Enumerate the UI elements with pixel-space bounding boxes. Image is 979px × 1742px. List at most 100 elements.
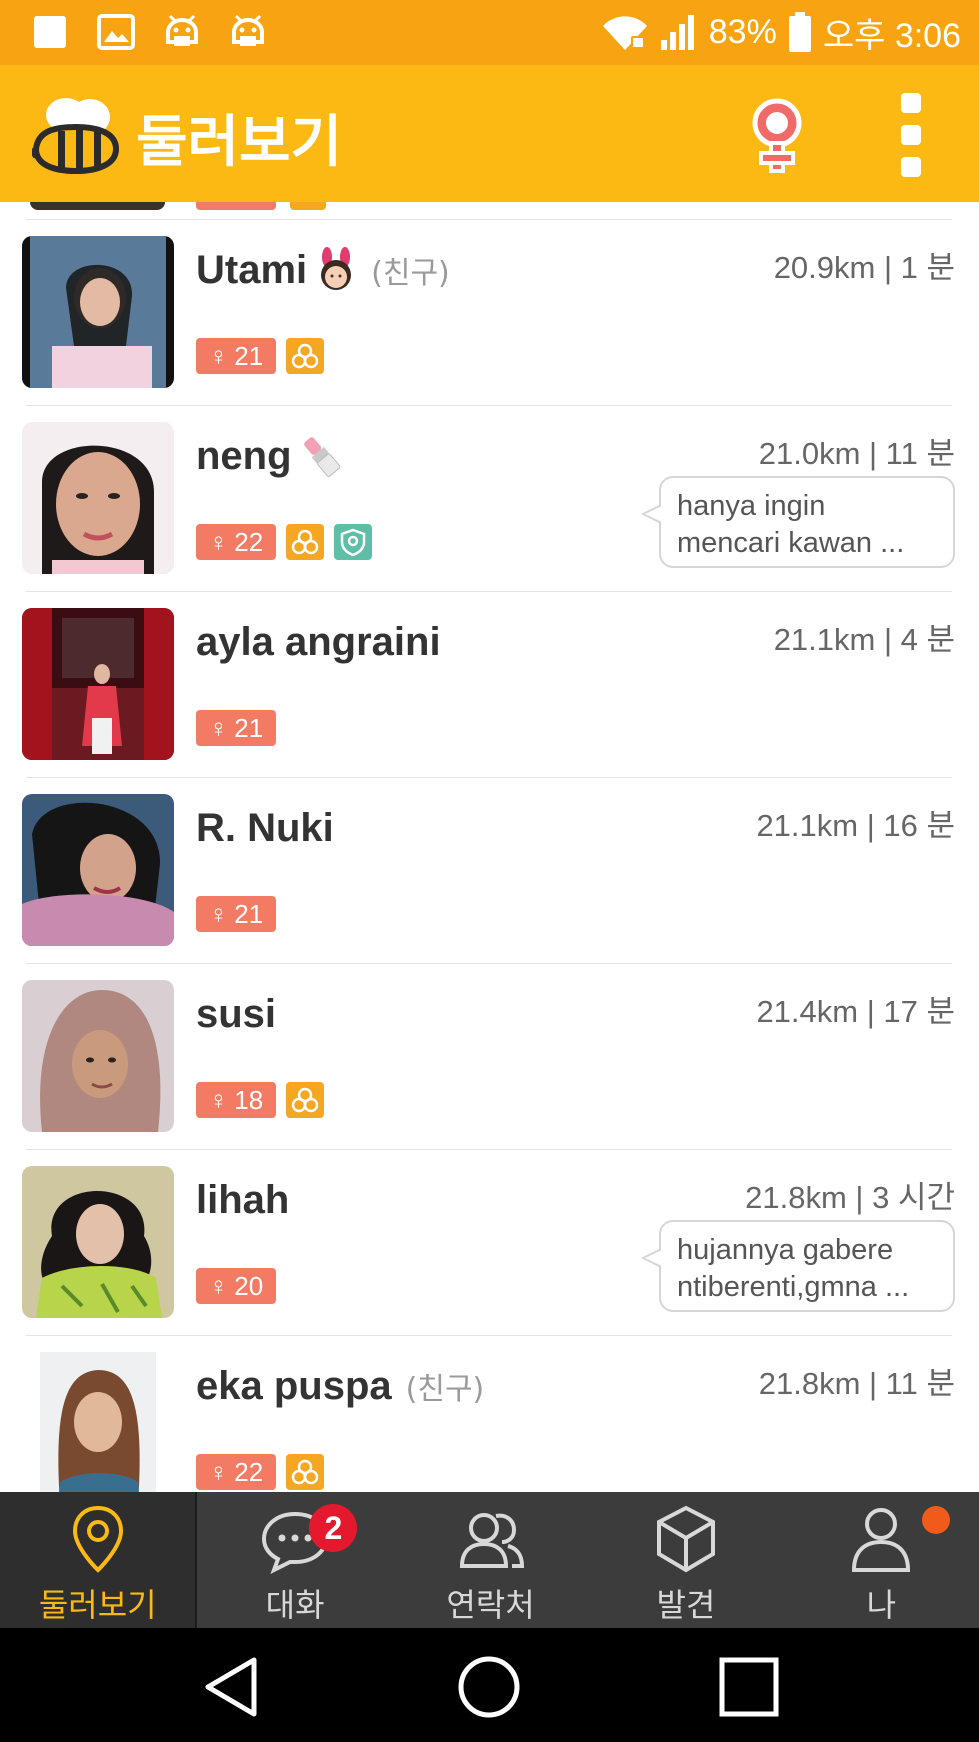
notification-dot bbox=[921, 1506, 950, 1534]
badges: ♀ 20 bbox=[196, 1268, 276, 1304]
age-badge: ♀ 18 bbox=[196, 1082, 276, 1118]
age-badge: ♀ 21 bbox=[196, 896, 276, 932]
list-item-partial[interactable] bbox=[0, 202, 979, 222]
clock: 오후 3:06 bbox=[822, 16, 961, 55]
age-badge: ♀ 21 bbox=[196, 710, 276, 746]
avatar[interactable] bbox=[22, 608, 174, 760]
home-icon[interactable] bbox=[454, 1652, 524, 1722]
status-message-bubble: hujannya gabere ntiberenti,gmna ... bbox=[641, 1220, 955, 1312]
nav-tab-chat[interactable]: 대화 2 bbox=[197, 1492, 392, 1628]
avatar[interactable] bbox=[22, 1166, 174, 1318]
nav-label: 나 bbox=[866, 1586, 897, 1624]
female-icon: ♀ bbox=[208, 340, 229, 371]
signal-icon bbox=[660, 15, 694, 50]
distance-time: 21.8km | 11 분 bbox=[758, 1366, 955, 1401]
hexagon-badge-icon bbox=[286, 338, 324, 374]
back-icon[interactable] bbox=[196, 1652, 266, 1722]
badges: ♀ 22 bbox=[196, 524, 372, 560]
female-icon: ♀ bbox=[208, 898, 229, 929]
list-item[interactable]: susi 21.4km | 17 분 ♀ 18 bbox=[0, 964, 979, 1150]
notification-icons bbox=[30, 12, 268, 52]
age-badge: ♀ 22 bbox=[196, 524, 276, 560]
wifi-lock-icon bbox=[602, 16, 647, 50]
battery-icon bbox=[788, 12, 811, 52]
list-item[interactable]: Utami (친구) 20.9km | 1 분 ♀ 21 bbox=[0, 220, 979, 406]
avatar[interactable] bbox=[22, 980, 174, 1132]
badges: ♀ 21 bbox=[196, 338, 324, 374]
badges: ♀ 22 bbox=[196, 1454, 324, 1490]
nav-tab-contacts[interactable]: 연락처 bbox=[393, 1492, 588, 1628]
age-badge: ♀ 22 bbox=[196, 1454, 276, 1490]
user-list[interactable]: Utami (친구) 20.9km | 1 분 ♀ 21 neng 21.0km … bbox=[0, 202, 979, 1492]
female-icon: ♀ bbox=[208, 712, 229, 743]
female-icon: ♀ bbox=[208, 1270, 229, 1301]
distance-time: 21.1km | 16 분 bbox=[756, 808, 955, 843]
battery-percent: 83% bbox=[708, 12, 777, 51]
recent-apps-icon[interactable] bbox=[714, 1652, 784, 1722]
name-line: R. Nuki bbox=[196, 798, 334, 858]
list-item[interactable]: neng 21.0km | 11 분 hanya ingin mencari k… bbox=[0, 406, 979, 592]
badges: ♀ 21 bbox=[196, 710, 276, 746]
hexagon-badge-icon bbox=[286, 1082, 324, 1118]
user-name: Utami bbox=[196, 247, 308, 292]
nav-tab-me[interactable]: 나 bbox=[784, 1492, 979, 1628]
lipstick-emoji-icon bbox=[300, 433, 342, 479]
location-pin-icon bbox=[72, 1505, 123, 1573]
notification-square-icon bbox=[30, 12, 70, 52]
friend-tag: (친구) bbox=[405, 1372, 485, 1407]
avatar[interactable] bbox=[22, 236, 174, 388]
bunny-girl-emoji-icon bbox=[315, 247, 357, 293]
user-name: neng bbox=[196, 433, 292, 478]
name-line: neng bbox=[196, 426, 342, 486]
avatar[interactable] bbox=[22, 422, 174, 574]
system-status: 83% 오후 3:06 bbox=[601, 8, 961, 56]
status-bar: 83% 오후 3:06 bbox=[0, 0, 979, 65]
user-name: R. Nuki bbox=[196, 805, 334, 850]
cube-icon bbox=[656, 1505, 715, 1573]
avatar[interactable] bbox=[22, 794, 174, 946]
list-item[interactable]: R. Nuki 21.1km | 16 분 ♀ 21 bbox=[0, 778, 979, 964]
name-line: lihah bbox=[196, 1170, 289, 1230]
badges: ♀ 21 bbox=[196, 896, 276, 932]
user-name: eka puspa bbox=[196, 1363, 392, 1408]
overflow-menu-icon[interactable] bbox=[896, 93, 926, 177]
hexagon-badge-icon bbox=[286, 1454, 324, 1490]
distance-time: 21.0km | 11 분 bbox=[758, 436, 955, 471]
location-shield-badge-icon bbox=[334, 524, 372, 560]
name-line: eka puspa (친구) bbox=[196, 1356, 484, 1416]
list-item[interactable]: eka puspa (친구) 21.8km | 11 분 ♀ 22 bbox=[0, 1336, 979, 1492]
user-name: ayla angraini bbox=[196, 619, 441, 664]
android-debug-icon-2 bbox=[228, 12, 268, 52]
friend-tag: (친구) bbox=[371, 256, 450, 291]
list-item[interactable]: ayla angraini 21.1km | 4 분 ♀ 21 bbox=[0, 592, 979, 778]
female-icon: ♀ bbox=[208, 526, 229, 557]
user-name: susi bbox=[196, 991, 277, 1036]
gender-filter-female-icon[interactable] bbox=[744, 95, 810, 175]
nav-tab-browse[interactable]: 둘러보기 bbox=[0, 1492, 198, 1628]
system-nav-bar bbox=[0, 1628, 979, 1742]
distance-time: 20.9km | 1 분 bbox=[773, 250, 955, 285]
distance-time: 21.1km | 4 분 bbox=[773, 622, 955, 657]
distance-time: 21.8km | 3 시간 bbox=[745, 1180, 955, 1215]
contacts-icon bbox=[459, 1513, 524, 1568]
page-title: 둘러보기 bbox=[136, 110, 343, 175]
age-badge: ♀ 20 bbox=[196, 1268, 276, 1304]
gallery-icon bbox=[96, 12, 136, 52]
bee-logo-icon bbox=[28, 91, 120, 177]
user-name: lihah bbox=[196, 1177, 290, 1222]
bottom-nav: 둘러보기 대화 2 연락처 발견 나 bbox=[0, 1492, 979, 1628]
avatar[interactable] bbox=[40, 1352, 156, 1492]
status-message-bubble: hanya ingin mencari kawan ... bbox=[641, 476, 955, 568]
app-bar: 둘러보기 bbox=[0, 65, 979, 202]
nav-label: 발견 bbox=[656, 1586, 716, 1624]
nav-label: 둘러보기 bbox=[38, 1586, 157, 1624]
female-icon: ♀ bbox=[208, 1084, 229, 1115]
list-item[interactable]: lihah 21.8km | 3 시간 hujannya gabere ntib… bbox=[0, 1150, 979, 1336]
female-icon: ♀ bbox=[208, 1456, 229, 1487]
distance-time: 21.4km | 17 분 bbox=[756, 994, 955, 1029]
nav-tab-discover[interactable]: 발견 bbox=[588, 1492, 783, 1628]
unread-count-badge: 2 bbox=[309, 1504, 358, 1552]
nav-label: 대화 bbox=[265, 1586, 325, 1624]
name-line: ayla angraini bbox=[196, 612, 441, 672]
hexagon-badge-icon bbox=[286, 524, 324, 560]
